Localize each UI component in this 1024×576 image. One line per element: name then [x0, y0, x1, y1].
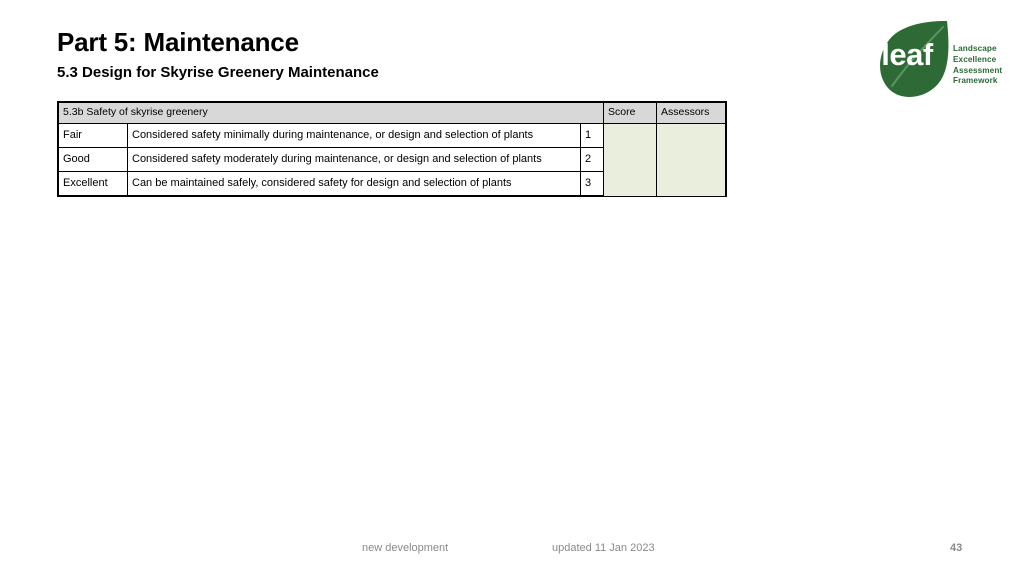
leaf-logo-icon: leaf	[880, 20, 949, 97]
rating-description: Considered safety minimally during maint…	[127, 123, 581, 148]
table-row: Fair Considered safety minimally during …	[57, 123, 727, 197]
points-value: 2	[580, 147, 604, 172]
svg-text:leaf: leaf	[881, 37, 934, 72]
logo-tagline-line-2: Excellence	[953, 54, 997, 64]
rating-description: Considered safety moderately during main…	[127, 147, 581, 172]
criterion-header: 5.3b Safety of skyrise greenery	[57, 101, 604, 124]
footer-updated-date: updated 11 Jan 2023	[552, 542, 655, 554]
logo-tagline-line-1: Landscape	[953, 44, 997, 53]
score-input-cell[interactable]	[603, 123, 657, 197]
rating-label: Fair	[57, 123, 128, 148]
points-value: 3	[580, 171, 604, 197]
rating-label: Good	[57, 147, 128, 172]
logo-tagline-line-3: Assessment	[953, 65, 1003, 75]
rating-label: Excellent	[57, 171, 128, 197]
logo-tagline-line-4: Framework	[953, 76, 998, 86]
page-title: Part 5: Maintenance	[57, 27, 299, 57]
points-value: 1	[580, 123, 604, 148]
footer-development-status: new development	[362, 542, 449, 554]
page-subtitle: 5.3 Design for Skyrise Greenery Maintena…	[57, 64, 379, 81]
scoring-table: 5.3b Safety of skyrise greenery Score As…	[57, 101, 727, 197]
assessors-header: Assessors	[656, 101, 727, 124]
table-header-row: 5.3b Safety of skyrise greenery Score As…	[57, 101, 727, 124]
leaf-logo: leaf Landscape Excellence Assessment Fra…	[877, 18, 1007, 102]
score-header: Score	[603, 101, 657, 124]
leaf-logo-tagline: Landscape Excellence Assessment Framewor…	[953, 44, 1002, 87]
rating-description: Can be maintained safely, considered saf…	[127, 171, 581, 197]
footer-page-number: 43	[950, 542, 963, 554]
assessors-input-cell[interactable]	[656, 123, 727, 197]
